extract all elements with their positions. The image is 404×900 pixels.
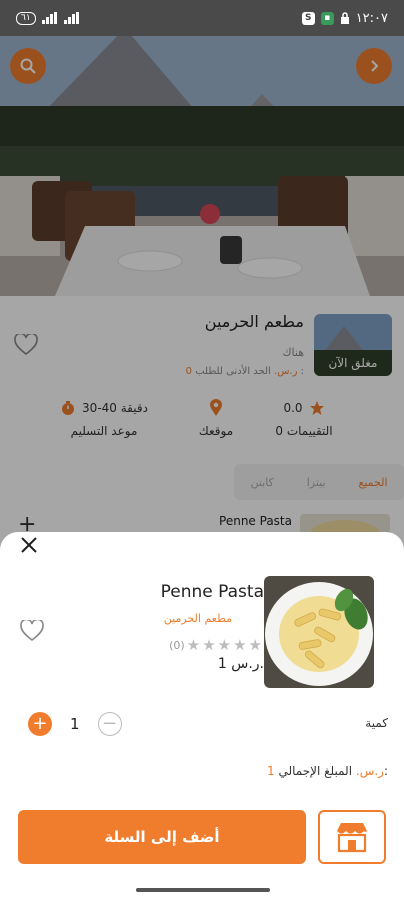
star-icon: ★ — [233, 636, 247, 654]
star-icon: ★ — [186, 636, 201, 654]
product-favorite-button[interactable] — [20, 618, 44, 646]
penne-pasta-photo — [264, 576, 374, 688]
store-button[interactable] — [318, 810, 386, 864]
star-icon: ★ — [202, 636, 216, 654]
rating-stat: 0.0 0 التقييمات — [264, 398, 344, 438]
total-amount: 1 ر.س. المبلغ الإجمالي: — [267, 764, 388, 778]
quantity-stepper: + 1 − — [28, 712, 122, 736]
product-name: Penne Pasta — [160, 582, 264, 602]
battery-pill: ٦١ — [16, 11, 36, 25]
star-icon: ★ — [217, 636, 232, 654]
product-image — [264, 576, 374, 688]
tab-pizza[interactable]: بيتزا — [307, 476, 326, 489]
product-price: 1 ر.س. — [217, 656, 264, 672]
restaurant-subtitle: هناك — [282, 346, 304, 359]
star-icon: ★ — [248, 636, 262, 654]
heart-icon — [20, 618, 44, 642]
close-icon — [21, 537, 37, 553]
rating-count: (0) — [169, 638, 185, 652]
restaurant-hero-image — [0, 36, 404, 296]
product-restaurant: مطعم الحرمين — [163, 612, 232, 625]
tab-captain[interactable]: كابتن — [250, 476, 273, 489]
quantity-label: كمية — [365, 716, 388, 730]
increase-quantity-button[interactable]: + — [28, 712, 52, 736]
min-order: 0 ر.س. الحد الأدنى للطلب : — [186, 366, 304, 377]
closed-label: مغلق الآن — [328, 356, 378, 370]
rating-value: 0.0 — [283, 401, 303, 415]
restaurant-info: مغلق الآن مطعم الحرمين هناك 0 ر.س. الحد … — [0, 296, 404, 556]
list-item-thumbnail — [300, 514, 390, 534]
pyramids-terrace-illustration — [0, 36, 404, 296]
location-stat[interactable]: موقعك — [186, 398, 246, 438]
status-right: S ▪ ١٢:٠٧ — [301, 10, 388, 26]
search-icon — [20, 58, 36, 74]
close-button[interactable] — [20, 536, 38, 559]
restaurant-thumbnail: مغلق الآن — [314, 314, 392, 376]
add-to-cart-button[interactable]: أضف إلى السلة — [18, 810, 306, 864]
status-left: ٦١ — [16, 11, 80, 25]
messages-icon: ▪ — [320, 11, 334, 25]
delivery-label: موعد التسليم — [70, 424, 138, 438]
store-icon — [337, 823, 367, 853]
restaurant-name: مطعم الحرمين — [204, 312, 304, 331]
restaurant-favorite-button[interactable] — [14, 332, 38, 360]
category-tabs: كابتن بيتزا الجميع — [234, 464, 404, 500]
pasta-thumb — [300, 514, 390, 534]
signal-icon — [63, 12, 79, 24]
search-button[interactable] — [10, 48, 46, 84]
decrease-quantity-button[interactable]: − — [97, 712, 122, 736]
status-bar: ٦١ S ▪ ١٢:٠٧ — [0, 0, 404, 36]
s-app-icon: S — [301, 11, 315, 25]
product-sheet: Penne Pasta مطعم الحرمين (0) ★ ★ ★ ★ ★ 1… — [0, 532, 404, 900]
delivery-stat: 30-40 دقيقة موعد التسليم — [54, 398, 154, 438]
clock: ١٢:٠٧ — [355, 10, 388, 26]
location-pin-icon — [210, 399, 222, 416]
rating-label: 0 التقييمات — [275, 424, 333, 438]
tab-all[interactable]: الجميع — [358, 476, 387, 489]
heart-icon — [14, 332, 38, 356]
signal-icon — [41, 12, 57, 24]
location-label: موقعك — [198, 424, 234, 438]
home-indicator — [136, 888, 270, 892]
forward-button[interactable] — [356, 48, 392, 84]
quantity-value: 1 — [70, 715, 80, 733]
delivery-time: 30-40 دقيقة — [82, 401, 148, 415]
chevron-right-icon — [371, 60, 379, 72]
star-icon — [309, 401, 324, 415]
list-item-name[interactable]: Penne Pasta — [219, 514, 292, 528]
product-rating: (0) ★ ★ ★ ★ ★ — [169, 636, 262, 654]
timer-icon — [62, 401, 75, 415]
lock-icon — [340, 12, 349, 24]
